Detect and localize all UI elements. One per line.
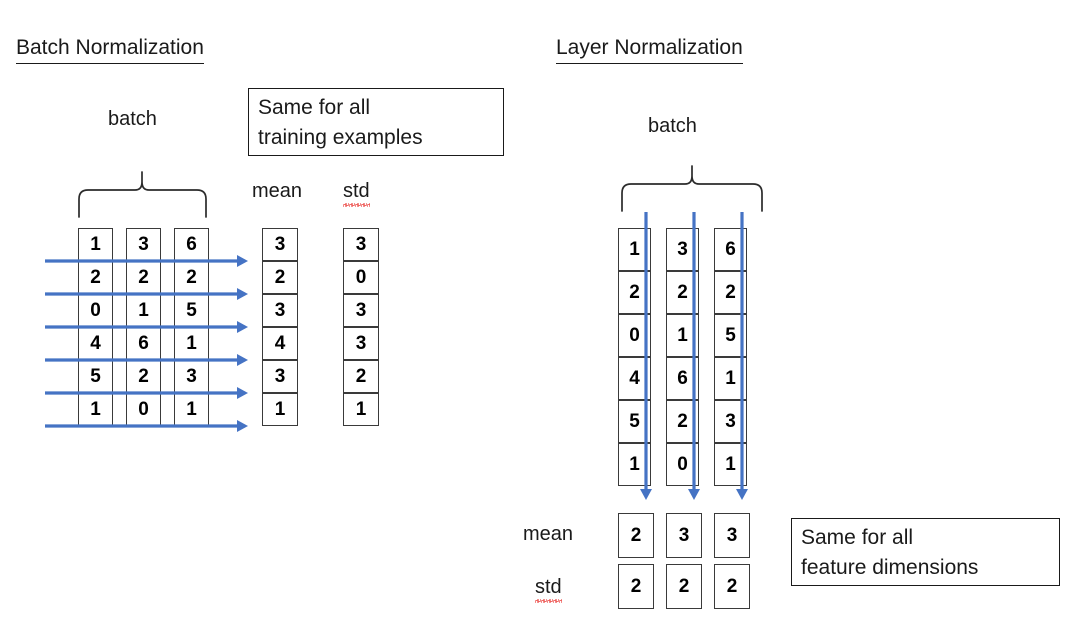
left-grid-cell: 2 — [126, 261, 161, 294]
right-mean-cell: 3 — [714, 513, 750, 558]
right-grid-cell: 2 — [666, 400, 699, 443]
right-grid-cell: 2 — [666, 271, 699, 314]
left-grid-cell: 3 — [126, 228, 161, 261]
left-grid-cell: 2 — [78, 261, 113, 294]
left-std-cell: 3 — [343, 327, 379, 360]
left-mean-cell: 1 — [262, 393, 298, 426]
right-grid-cell: 1 — [714, 443, 747, 486]
right-grid-cell: 5 — [714, 314, 747, 357]
left-mean-cell: 2 — [262, 261, 298, 294]
left-grid-cell: 1 — [78, 393, 113, 426]
right-std-label-text: std — [535, 576, 562, 603]
batch-norm-arrow-head — [237, 255, 248, 267]
left-mean-cell: 4 — [262, 327, 298, 360]
right-mean-label: mean — [523, 523, 574, 545]
left-std-label: std — [343, 180, 370, 207]
right-grid-cell: 2 — [714, 271, 747, 314]
right-grid-cell: 3 — [666, 228, 699, 271]
left-grid-cell: 6 — [174, 228, 209, 261]
batch-norm-arrow-head — [237, 354, 248, 366]
right-grid-cell: 1 — [714, 357, 747, 400]
left-mean-cell: 3 — [262, 228, 298, 261]
left-grid-cell: 1 — [78, 228, 113, 261]
left-std-cell: 3 — [343, 294, 379, 327]
left-std-cell: 2 — [343, 360, 379, 393]
layer-normalization-title: Layer Normalization — [556, 36, 743, 64]
left-std-cell: 0 — [343, 261, 379, 294]
left-callout-box: Same for all training examples — [248, 88, 504, 156]
right-std-cell: 2 — [666, 564, 702, 609]
left-std-cell: 3 — [343, 228, 379, 261]
layer-norm-arrow-head — [736, 489, 748, 500]
left-grid-cell: 2 — [126, 360, 161, 393]
batch-normalization-title: Batch Normalization — [16, 36, 204, 64]
right-grid-cell: 4 — [618, 357, 651, 400]
left-grid-cell: 5 — [174, 294, 209, 327]
right-mean-cell: 3 — [666, 513, 702, 558]
left-grid-cell: 0 — [78, 294, 113, 327]
left-grid-cell: 5 — [78, 360, 113, 393]
left-grid-cell: 0 — [126, 393, 161, 426]
right-grid-cell: 1 — [618, 443, 651, 486]
left-grid-cell: 1 — [126, 294, 161, 327]
left-std-cell: 1 — [343, 393, 379, 426]
right-std-cell: 2 — [714, 564, 750, 609]
batch-norm-arrow-head — [237, 321, 248, 333]
right-grid-cell: 6 — [714, 228, 747, 271]
right-batch-label: batch — [648, 115, 697, 137]
left-std-label-text: std — [343, 180, 370, 207]
right-std-cell: 2 — [618, 564, 654, 609]
right-mean-cell: 2 — [618, 513, 654, 558]
left-grid-cell: 1 — [174, 393, 209, 426]
right-grid-cell: 6 — [666, 357, 699, 400]
right-grid-cell: 3 — [714, 400, 747, 443]
left-grid-cell: 3 — [174, 360, 209, 393]
left-mean-label: mean — [252, 180, 303, 202]
right-batch-brace — [621, 165, 763, 212]
left-grid-cell: 4 — [78, 327, 113, 360]
left-batch-label: batch — [108, 108, 157, 130]
right-grid-cell: 2 — [618, 271, 651, 314]
right-grid-cell: 0 — [618, 314, 651, 357]
batch-norm-arrow-head — [237, 288, 248, 300]
right-callout-box: Same for all feature dimensions — [791, 518, 1060, 586]
left-grid-cell: 6 — [126, 327, 161, 360]
right-grid-cell: 1 — [618, 228, 651, 271]
right-grid-cell: 0 — [666, 443, 699, 486]
right-grid-cell: 5 — [618, 400, 651, 443]
layer-norm-arrow-head — [688, 489, 700, 500]
right-std-label: std — [535, 576, 562, 603]
batch-norm-arrow-head — [237, 420, 248, 432]
left-batch-brace — [78, 171, 207, 218]
layer-norm-arrow-head — [640, 489, 652, 500]
left-grid-cell: 1 — [174, 327, 209, 360]
right-grid-cell: 1 — [666, 314, 699, 357]
left-mean-cell: 3 — [262, 360, 298, 393]
batch-norm-arrow-head — [237, 387, 248, 399]
left-mean-cell: 3 — [262, 294, 298, 327]
left-grid-cell: 2 — [174, 261, 209, 294]
